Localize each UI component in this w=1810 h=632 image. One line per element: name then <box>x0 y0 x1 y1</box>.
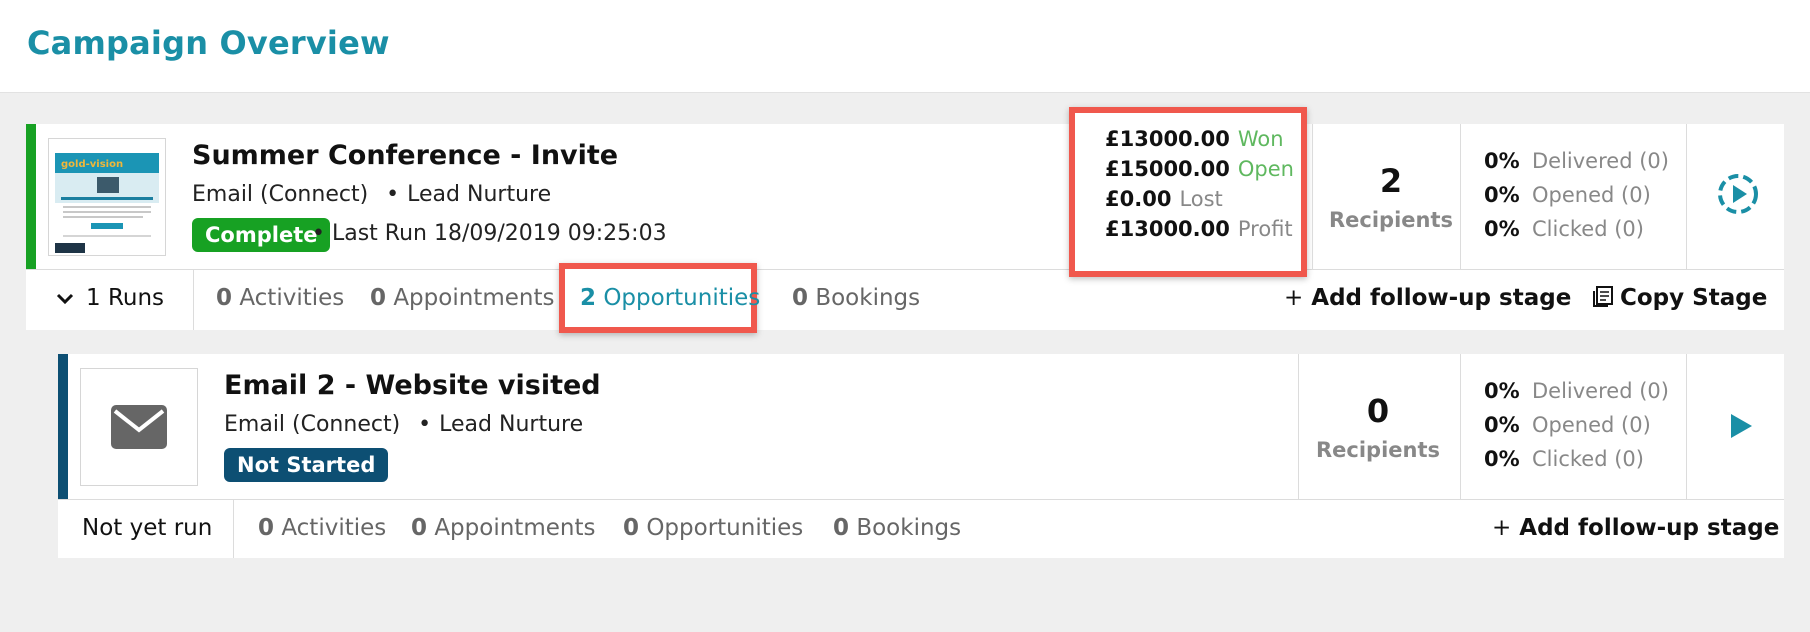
add-follow-up-button[interactable]: + Add follow-up stage <box>1284 285 1571 311</box>
run-status: Not yet run <box>82 515 213 541</box>
revenue-summary-highlight: £13000.00 Won £15000.00 Open £0.00 Lost £13… <box>1069 107 1307 277</box>
stage-meta: Email (Connect) • Lead Nurture <box>224 412 583 437</box>
play-icon[interactable] <box>1728 412 1754 440</box>
opportunities-link[interactable]: 2 Opportunities <box>580 285 760 311</box>
separator-dot: • <box>312 221 325 246</box>
recipients-label: Recipients <box>1315 438 1441 462</box>
money-lost: £0.00 Lost <box>1105 187 1223 211</box>
copy-stage-button[interactable]: Copy Stage <box>1592 285 1767 313</box>
page-title: Campaign Overview <box>27 24 390 62</box>
divider <box>1686 354 1687 500</box>
bookings-link[interactable]: 0 Bookings <box>833 515 961 541</box>
stat-delivered: 0% Delivered (0) <box>1484 149 1669 173</box>
stat-clicked: 0% Clicked (0) <box>1484 447 1644 471</box>
stage-category: Lead Nurture <box>439 412 584 437</box>
divider <box>233 500 234 558</box>
stat-clicked: 0% Clicked (0) <box>1484 217 1644 241</box>
recipients-label: Recipients <box>1328 208 1454 232</box>
email-preview-image: gold-vision <box>49 139 165 255</box>
divider <box>1686 124 1687 270</box>
divider <box>1460 354 1461 500</box>
recipients-count[interactable]: 0 <box>1299 392 1457 430</box>
stage-title[interactable]: Email 2 - Website visited <box>224 370 601 401</box>
activities-link[interactable]: 0 Activities <box>216 285 344 311</box>
last-run: • Last Run 18/09/2019 09:25:03 <box>312 221 667 246</box>
recipients-count[interactable]: 2 <box>1312 162 1470 200</box>
email-thumbnail[interactable] <box>80 368 198 486</box>
bookings-link[interactable]: 0 Bookings <box>792 285 920 311</box>
opportunities-highlight: 2 Opportunities <box>559 263 760 333</box>
divider <box>193 270 194 330</box>
runs-toggle[interactable]: 1 Runs <box>56 285 164 311</box>
stage-footer-row: Not yet run 0 Activities 0 Appointments … <box>58 500 1784 560</box>
appointments-link[interactable]: 0 Appointments <box>370 285 554 311</box>
page-header: Campaign Overview <box>0 0 1810 93</box>
money-profit: £13000.00 Profit <box>1105 217 1293 241</box>
stage-category: Lead Nurture <box>407 182 552 207</box>
email-thumbnail[interactable]: gold-vision <box>48 138 166 256</box>
appointments-link[interactable]: 0 Appointments <box>411 515 595 541</box>
chevron-down-icon <box>56 285 74 311</box>
status-badge: Not Started <box>224 448 389 482</box>
stage-footer-row: 1 Runs 0 Activities 0 Appointments 2 Opp… <box>26 263 1784 333</box>
stage-card-email-2: Email 2 - Website visited Email (Connect… <box>58 354 1784 558</box>
last-run-text: Last Run 18/09/2019 09:25:03 <box>331 221 667 246</box>
stage-card-summer-conference: gold-vision Summer Conference - Invite E… <box>26 107 1784 333</box>
copy-icon <box>1592 285 1614 313</box>
money-open: £15000.00 Open <box>1105 157 1294 181</box>
stage-type: Email (Connect) <box>192 182 369 207</box>
money-won: £13000.00 Won <box>1105 127 1284 151</box>
stat-delivered: 0% Delivered (0) <box>1484 379 1669 403</box>
stat-opened: 0% Opened (0) <box>1484 413 1651 437</box>
divider <box>1460 124 1461 270</box>
play-circle-dashed-icon[interactable] <box>1716 172 1760 216</box>
status-badge: Complete <box>192 218 331 252</box>
activities-link[interactable]: 0 Activities <box>258 515 386 541</box>
stage-summary-row: gold-vision Summer Conference - Invite E… <box>26 107 1784 277</box>
stat-opened: 0% Opened (0) <box>1484 183 1651 207</box>
stage-type: Email (Connect) <box>224 412 401 437</box>
envelope-icon <box>111 405 167 449</box>
separator-dot: • <box>418 412 432 437</box>
stage-meta: Email (Connect) • Lead Nurture <box>192 182 551 207</box>
opportunities-link[interactable]: 0 Opportunities <box>623 515 803 541</box>
plus-icon: + <box>1284 285 1304 311</box>
thumbnail-logo-text: gold-vision <box>61 159 123 170</box>
stage-title[interactable]: Summer Conference - Invite <box>192 140 618 171</box>
stage-summary-row: Email 2 - Website visited Email (Connect… <box>58 354 1784 500</box>
plus-icon: + <box>1492 515 1512 541</box>
separator-dot: • <box>386 182 400 207</box>
add-follow-up-button[interactable]: + Add follow-up stage <box>1492 515 1779 541</box>
